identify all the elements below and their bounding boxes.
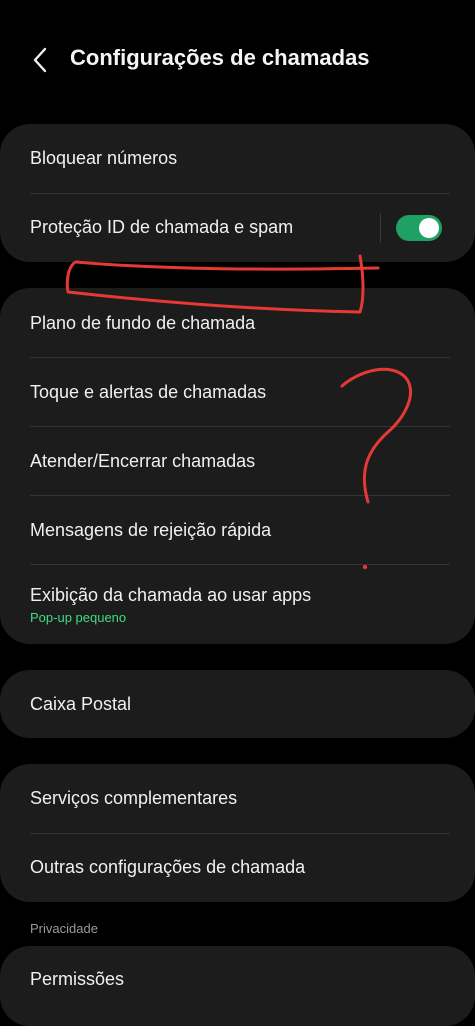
settings-card-call-features: Plano de fundo de chamada Toque e alerta… — [0, 288, 475, 644]
setting-label: Outras configurações de chamada — [30, 857, 306, 877]
chevron-left-icon — [33, 47, 47, 73]
setting-label: Serviços complementares — [30, 788, 238, 808]
section-label-privacy: Privacidade — [30, 921, 98, 936]
setting-caller-id-spam[interactable]: Proteção ID de chamada e spam — [0, 193, 475, 262]
header: Configurações de chamadas — [0, 0, 475, 120]
setting-ringtone-alerts[interactable]: Toque e alertas de chamadas — [0, 357, 475, 426]
setting-call-display-in-apps[interactable]: Exibição da chamada ao usar apps Pop-up … — [0, 564, 475, 644]
setting-label: Atender/Encerrar chamadas — [30, 451, 256, 471]
toggle-knob — [419, 218, 439, 238]
setting-block-numbers[interactable]: Bloquear números — [0, 124, 475, 193]
setting-label: Mensagens de rejeição rápida — [30, 520, 272, 540]
setting-sublabel: Pop-up pequeno — [30, 610, 127, 625]
settings-card-other: Serviços complementares Outras configura… — [0, 764, 475, 902]
back-button[interactable] — [22, 42, 58, 78]
settings-card-voicemail: Caixa Postal — [0, 670, 475, 738]
page-title: Configurações de chamadas — [70, 45, 370, 70]
setting-label: Toque e alertas de chamadas — [30, 382, 267, 402]
setting-call-background[interactable]: Plano de fundo de chamada — [0, 288, 475, 357]
setting-voicemail[interactable]: Caixa Postal — [0, 670, 475, 738]
toggle-separator — [380, 213, 381, 243]
setting-permissions[interactable]: Permissões — [0, 946, 475, 1015]
settings-card-blocking: Bloquear números Proteção ID de chamada … — [0, 124, 475, 262]
setting-answer-end-calls[interactable]: Atender/Encerrar chamadas — [0, 426, 475, 495]
setting-other-call-settings[interactable]: Outras configurações de chamada — [0, 833, 475, 902]
setting-label: Caixa Postal — [30, 694, 132, 714]
setting-quick-decline-messages[interactable]: Mensagens de rejeição rápida — [0, 495, 475, 564]
setting-label: Permissões — [30, 969, 125, 989]
setting-label: Exibição da chamada ao usar apps — [30, 585, 312, 605]
settings-card-privacy: Permissões — [0, 946, 475, 1026]
setting-label: Plano de fundo de chamada — [30, 313, 256, 333]
caller-id-spam-toggle[interactable] — [396, 215, 442, 241]
setting-supplementary-services[interactable]: Serviços complementares — [0, 764, 475, 833]
setting-label: Bloquear números — [30, 148, 178, 168]
setting-label: Proteção ID de chamada e spam — [30, 217, 294, 237]
